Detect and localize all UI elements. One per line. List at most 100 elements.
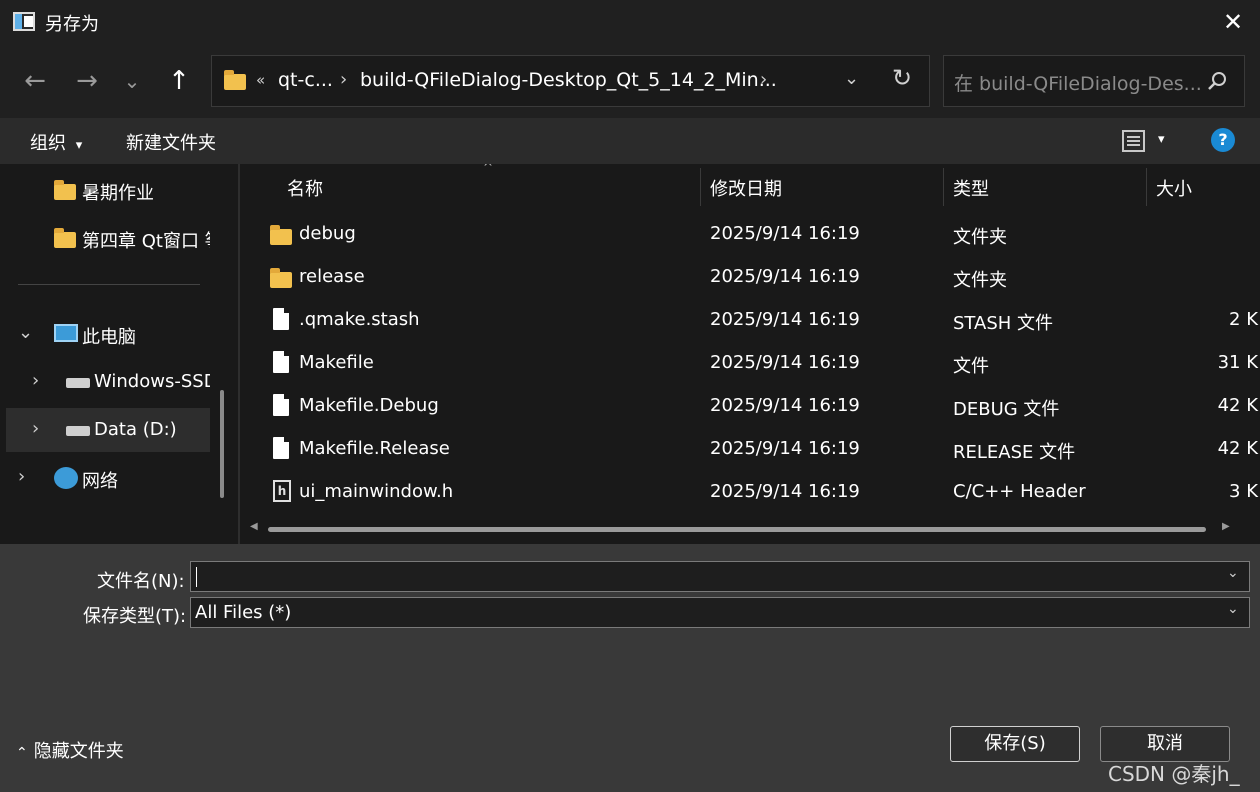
address-dropdown-button[interactable]: ⌄ bbox=[844, 68, 859, 89]
file-row[interactable]: Makefile.Debug 2025/9/14 16:19 DEBUG 文件 … bbox=[240, 385, 1260, 428]
sidebar-item-windows-ssd[interactable]: › Windows-SSD bbox=[0, 360, 230, 404]
recent-locations-button[interactable]: ⌄ bbox=[115, 64, 149, 98]
organize-button[interactable]: 组织 ▾ bbox=[30, 129, 82, 155]
file-icon bbox=[273, 394, 289, 416]
file-modified: 2025/9/14 16:19 bbox=[710, 309, 860, 330]
file-modified: 2025/9/14 16:19 bbox=[710, 395, 860, 416]
up-button[interactable]: ↑ bbox=[162, 64, 196, 98]
file-modified: 2025/9/14 16:19 bbox=[710, 438, 860, 459]
sidebar-item-label: 此电脑 bbox=[82, 327, 136, 348]
column-header-modified[interactable]: 修改日期 bbox=[710, 175, 782, 201]
chevron-right-icon[interactable]: › bbox=[18, 466, 25, 487]
sidebar-item-chapter-four[interactable]: 第四章 Qt窗口 筝 bbox=[0, 216, 230, 260]
back-button[interactable]: ← bbox=[18, 64, 52, 98]
navigation-pane: 暑期作业 第四章 Qt窗口 筝 ⌄ 此电脑 › Windows-SSD › Da… bbox=[0, 164, 238, 544]
scroll-left-icon[interactable]: ◀ bbox=[250, 521, 258, 532]
filename-input[interactable]: ⌄ bbox=[190, 561, 1250, 592]
app-icon bbox=[13, 12, 35, 31]
file-type: RELEASE 文件 bbox=[953, 442, 1076, 463]
file-size: 42 K bbox=[1217, 395, 1258, 416]
column-header-size[interactable]: 大小 bbox=[1156, 175, 1192, 201]
view-options-icon[interactable] bbox=[1122, 130, 1145, 152]
search-icon[interactable] bbox=[1206, 70, 1228, 92]
address-bar[interactable]: « qt-c... › build-QFileDialog-Desktop_Qt… bbox=[211, 55, 930, 107]
file-name: Makefile bbox=[299, 352, 374, 373]
file-size: 31 K bbox=[1217, 352, 1258, 373]
file-row[interactable]: .qmake.stash 2025/9/14 16:19 STASH 文件 2 … bbox=[240, 299, 1260, 342]
title-bar: 另存为 ✕ bbox=[0, 0, 1260, 44]
file-row[interactable]: Makefile 2025/9/14 16:19 文件 31 K bbox=[240, 342, 1260, 385]
file-modified: 2025/9/14 16:19 bbox=[710, 223, 860, 244]
text-caret bbox=[196, 567, 197, 587]
folder-icon bbox=[54, 180, 76, 200]
chevron-right-icon[interactable]: › bbox=[32, 370, 39, 391]
file-type: STASH 文件 bbox=[953, 313, 1054, 334]
new-folder-button[interactable]: 新建文件夹 bbox=[126, 129, 216, 155]
search-placeholder: 在 build-QFileDialog-Des... bbox=[954, 73, 1202, 95]
file-type: 文件夹 bbox=[953, 270, 1007, 291]
sidebar-item-data-drive[interactable]: › Data (D:) bbox=[6, 408, 210, 452]
sidebar-item-this-pc[interactable]: ⌄ 此电脑 bbox=[0, 312, 230, 356]
column-header-type[interactable]: 类型 bbox=[953, 175, 989, 201]
chevron-down-icon[interactable]: ⌄ bbox=[18, 322, 33, 343]
refresh-icon[interactable]: ↻ bbox=[892, 64, 912, 92]
file-icon bbox=[273, 308, 289, 330]
forward-button[interactable]: → bbox=[70, 64, 104, 98]
file-name: .qmake.stash bbox=[299, 309, 420, 330]
save-button[interactable]: 保存(S) bbox=[950, 726, 1080, 762]
folder-icon bbox=[224, 70, 246, 90]
sidebar-scrollbar[interactable] bbox=[220, 390, 224, 498]
file-type: 文件 bbox=[953, 356, 989, 377]
view-options-dropdown[interactable]: ▾ bbox=[1158, 132, 1165, 147]
file-size: 3 K bbox=[1229, 481, 1258, 502]
file-type: 文件夹 bbox=[953, 227, 1007, 248]
file-type: DEBUG 文件 bbox=[953, 399, 1060, 420]
column-separator[interactable] bbox=[1146, 168, 1147, 206]
filetype-label: 保存类型(T): bbox=[83, 606, 187, 627]
file-name: ui_mainwindow.h bbox=[299, 481, 454, 502]
chevron-right-icon[interactable]: › bbox=[32, 418, 39, 439]
column-separator[interactable] bbox=[700, 168, 701, 206]
file-row[interactable]: Makefile.Release 2025/9/14 16:19 RELEASE… bbox=[240, 428, 1260, 471]
file-modified: 2025/9/14 16:19 bbox=[710, 352, 860, 373]
file-row[interactable]: debug 2025/9/14 16:19 文件夹 bbox=[240, 213, 1260, 256]
file-row[interactable]: h ui_mainwindow.h 2025/9/14 16:19 C/C++ … bbox=[240, 471, 1260, 514]
scrollbar-thumb[interactable] bbox=[268, 527, 1206, 532]
sidebar-item-label: Windows-SSD bbox=[94, 371, 210, 392]
scroll-right-icon[interactable]: ▶ bbox=[1222, 521, 1230, 532]
hide-folders-toggle[interactable]: ⌃ 隐藏文件夹 bbox=[16, 737, 124, 763]
chevron-down-icon[interactable]: ⌄ bbox=[1227, 565, 1239, 581]
watermark: CSDN @秦jh_ bbox=[1108, 762, 1240, 786]
breadcrumb-item[interactable]: build-QFileDialog-Desktop_Qt_5_14_2_Min.… bbox=[360, 69, 777, 91]
folder-icon bbox=[270, 268, 292, 288]
column-separator[interactable] bbox=[943, 168, 944, 206]
command-toolbar: 组织 ▾ 新建文件夹 ▾ ? bbox=[0, 118, 1260, 164]
filetype-select[interactable]: All Files (*) ⌄ bbox=[190, 597, 1250, 628]
close-button[interactable]: ✕ bbox=[1210, 2, 1256, 42]
breadcrumb-separator[interactable]: › bbox=[340, 69, 347, 90]
filetype-value: All Files (*) bbox=[195, 602, 292, 623]
column-header-name[interactable]: 名称 bbox=[287, 175, 323, 201]
filename-label: 文件名(N): bbox=[97, 571, 185, 592]
help-icon[interactable]: ? bbox=[1211, 128, 1235, 152]
network-icon bbox=[54, 467, 78, 489]
overflow-chevron[interactable]: « bbox=[256, 71, 265, 89]
search-box[interactable]: 在 build-QFileDialog-Des... bbox=[943, 55, 1245, 107]
file-size: 42 K bbox=[1217, 438, 1258, 459]
sidebar-item-label: 网络 bbox=[82, 471, 118, 492]
file-name: Makefile.Debug bbox=[299, 395, 439, 416]
file-row[interactable]: release 2025/9/14 16:19 文件夹 bbox=[240, 256, 1260, 299]
breadcrumb-separator[interactable]: › bbox=[760, 69, 767, 90]
file-size: 2 K bbox=[1229, 309, 1258, 330]
horizontal-scrollbar[interactable]: ◀ ▶ bbox=[250, 521, 1230, 534]
file-modified: 2025/9/14 16:19 bbox=[710, 481, 860, 502]
navigation-bar: ← → ⌄ ↑ « qt-c... › build-QFileDialog-De… bbox=[0, 44, 1260, 118]
sidebar-item-network[interactable]: › 网络 bbox=[0, 456, 230, 500]
chevron-up-icon: ⌃ bbox=[16, 745, 28, 761]
sidebar-item-summer-homework[interactable]: 暑期作业 bbox=[0, 168, 230, 212]
cancel-button[interactable]: 取消 bbox=[1100, 726, 1230, 762]
sidebar-item-label: 暑期作业 bbox=[82, 183, 154, 204]
chevron-down-icon[interactable]: ⌄ bbox=[1227, 601, 1239, 617]
file-modified: 2025/9/14 16:19 bbox=[710, 266, 860, 287]
breadcrumb-item[interactable]: qt-c... bbox=[278, 69, 333, 91]
